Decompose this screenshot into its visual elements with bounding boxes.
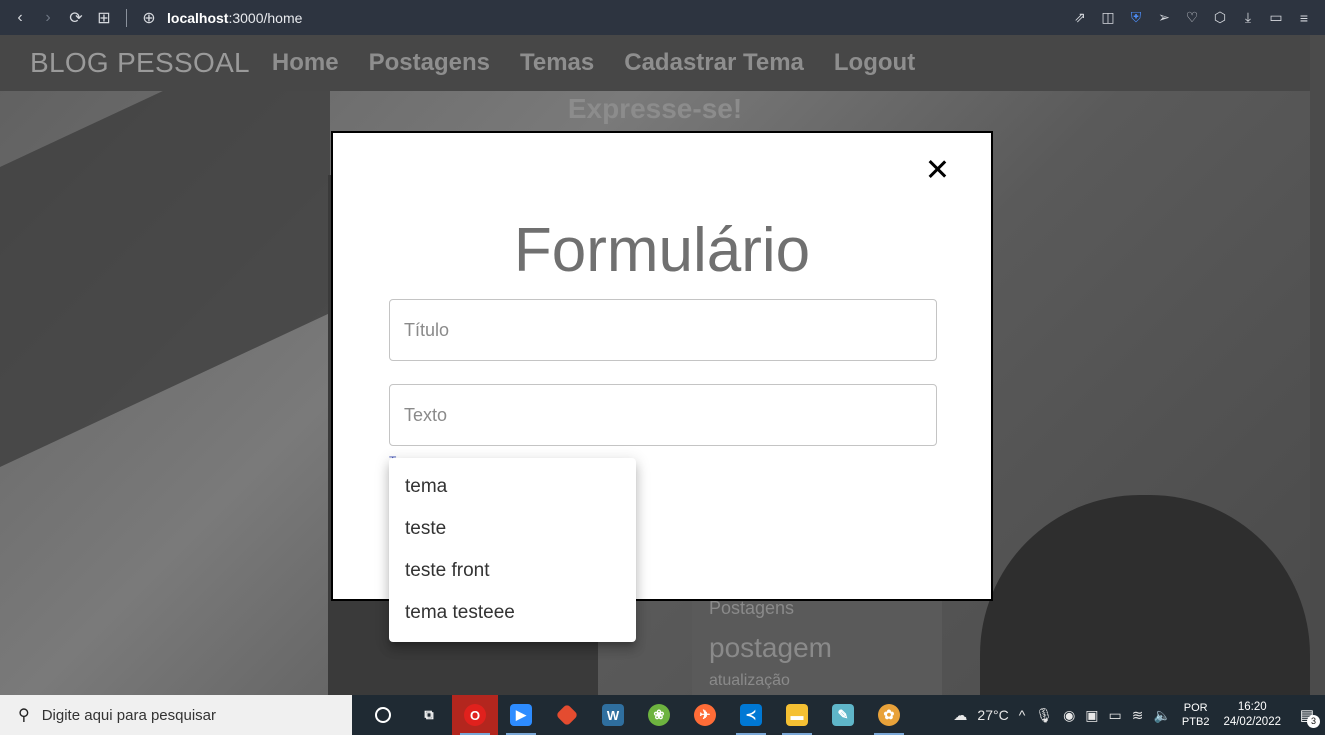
post-card: Postagens postagem atualização bbox=[692, 590, 942, 695]
tabs-grid-icon[interactable]: ⊞ bbox=[90, 4, 118, 32]
search-placeholder: Digite aqui para pesquisar bbox=[41, 706, 216, 724]
hero-title: Expresse-se! bbox=[567, 93, 743, 124]
nav-temas[interactable]: Temas bbox=[520, 49, 594, 77]
camera-icon[interactable]: ◫ bbox=[1095, 4, 1121, 32]
reload-icon[interactable]: ⟳ bbox=[62, 4, 90, 32]
mysql-workbench-icon[interactable]: W bbox=[590, 695, 636, 735]
clock[interactable]: 16:20 24/02/2022 bbox=[1223, 700, 1281, 730]
spring-icon[interactable]: ❀ bbox=[636, 695, 682, 735]
battery-icon[interactable]: ▭ bbox=[1263, 4, 1289, 32]
taskbar-apps: ⧉ O ▶ W ❀ ✈ ≺ ▬ ✎ ✿ bbox=[360, 695, 912, 735]
toolbar-divider bbox=[126, 8, 127, 27]
menu-option-teste-front[interactable]: teste front bbox=[389, 550, 636, 592]
notification-icon[interactable]: ▤ 3 bbox=[1289, 695, 1325, 735]
clock-date: 24/02/2022 bbox=[1223, 716, 1281, 728]
browser-toolbar: ‹ › ⟳ ⊞ ⊕ localhost:3000/home ⇗ ◫ ⛨ ➢ ♡ … bbox=[0, 0, 1325, 35]
download-icon[interactable]: ⤓ bbox=[1235, 4, 1261, 32]
title-input[interactable] bbox=[389, 299, 937, 361]
app-navbar: BLOG PESSOAL Home Postagens Temas Cadast… bbox=[0, 35, 1310, 91]
file-explorer-icon[interactable]: ▬ bbox=[774, 695, 820, 735]
card-title: postagem bbox=[709, 632, 832, 663]
task-view-icon[interactable]: ⧉ bbox=[406, 695, 452, 735]
menu-option-tema-testeee[interactable]: tema testeee bbox=[389, 592, 636, 634]
git-icon[interactable] bbox=[544, 695, 590, 735]
camera-icon[interactable]: ◉ bbox=[1063, 707, 1075, 724]
weather-temp[interactable]: 27°C bbox=[977, 707, 1008, 723]
menu-icon[interactable]: ≡ bbox=[1291, 4, 1317, 32]
notification-count: 3 bbox=[1307, 715, 1320, 728]
share-icon[interactable]: ⇗ bbox=[1067, 4, 1093, 32]
forward-icon[interactable]: › bbox=[34, 4, 62, 32]
heart-icon[interactable]: ♡ bbox=[1179, 4, 1205, 32]
nav-home[interactable]: Home bbox=[272, 49, 339, 77]
menu-option-teste[interactable]: teste bbox=[389, 508, 636, 550]
url-path: :3000/home bbox=[228, 9, 303, 26]
paint-icon[interactable]: ✿ bbox=[866, 695, 912, 735]
tray-app-icon[interactable]: ▣ bbox=[1085, 707, 1098, 724]
system-tray: ☁ 27°C ^ 🎙 ◉ ▣ ▭ ≋ 🔈 POR PTB2 16:20 24/0… bbox=[948, 695, 1325, 735]
cortana-icon[interactable] bbox=[360, 695, 406, 735]
brand-logo[interactable]: BLOG PESSOAL bbox=[30, 47, 250, 79]
taskbar-search[interactable]: ⚲ Digite aqui para pesquisar bbox=[0, 695, 352, 735]
battery-icon[interactable]: ▭ bbox=[1109, 707, 1122, 724]
shield-icon[interactable]: ⛨ bbox=[1123, 4, 1149, 32]
close-icon[interactable] bbox=[925, 157, 949, 181]
search-icon: ⚲ bbox=[18, 707, 30, 724]
page-scrollbar[interactable] bbox=[1310, 35, 1325, 695]
menu-option-tema[interactable]: tema bbox=[389, 466, 636, 508]
microphone-icon[interactable]: 🎙 bbox=[1035, 707, 1053, 724]
nav-logout[interactable]: Logout bbox=[834, 49, 915, 77]
site-info-icon[interactable]: ⊕ bbox=[135, 4, 163, 32]
chevron-up-icon[interactable]: ^ bbox=[1019, 707, 1026, 723]
app-nav: Home Postagens Temas Cadastrar Tema Logo… bbox=[272, 49, 915, 77]
keyboard-language[interactable]: POR PTB2 bbox=[1182, 701, 1210, 729]
clock-time: 16:20 bbox=[1237, 701, 1267, 713]
vscode-icon[interactable]: ≺ bbox=[728, 695, 774, 735]
weather-icon[interactable]: ☁ bbox=[953, 707, 967, 724]
page-viewport: BLOG PESSOAL Home Postagens Temas Cadast… bbox=[0, 35, 1310, 695]
layout-code: PTB2 bbox=[1181, 716, 1210, 728]
postman-icon[interactable]: ✈ bbox=[682, 695, 728, 735]
nav-postagens[interactable]: Postagens bbox=[369, 49, 490, 77]
lang-code: POR bbox=[1183, 702, 1208, 714]
card-subtitle: atualização bbox=[709, 672, 790, 689]
browser-nav: ‹ › ⟳ ⊞ ⊕ bbox=[6, 4, 163, 32]
opera-icon[interactable]: O bbox=[452, 695, 498, 735]
notes-icon[interactable]: ✎ bbox=[820, 695, 866, 735]
volume-icon[interactable]: 🔈 bbox=[1153, 707, 1170, 724]
text-input[interactable] bbox=[389, 384, 937, 446]
url-host: localhost bbox=[167, 9, 229, 26]
cube-icon[interactable]: ⬡ bbox=[1207, 4, 1233, 32]
browser-extensions: ⇗ ◫ ⛨ ➢ ♡ ⬡ ⤓ ▭ ≡ bbox=[1067, 0, 1317, 35]
form-title: Formulário bbox=[513, 216, 811, 285]
back-icon[interactable]: ‹ bbox=[6, 4, 34, 32]
card-label: Postagens bbox=[709, 598, 795, 618]
tema-dropdown-menu: tema teste teste front tema testeee bbox=[389, 458, 636, 642]
address-bar[interactable]: localhost:3000/home bbox=[167, 10, 302, 26]
send-icon[interactable]: ➢ bbox=[1151, 4, 1177, 32]
zoom-icon[interactable]: ▶ bbox=[498, 695, 544, 735]
nav-cadastrar-tema[interactable]: Cadastrar Tema bbox=[624, 49, 804, 77]
windows-taskbar: ⚲ Digite aqui para pesquisar ⧉ O ▶ W ❀ ✈… bbox=[0, 695, 1325, 735]
wifi-icon[interactable]: ≋ bbox=[1132, 707, 1144, 724]
